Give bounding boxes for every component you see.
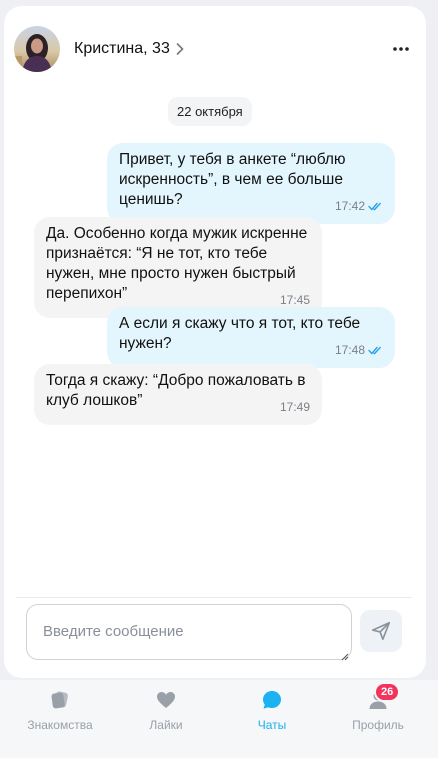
message-time: 17:48 xyxy=(334,343,365,357)
tab-label: Чаты xyxy=(257,718,287,732)
send-button[interactable] xyxy=(360,610,402,652)
more-dots-icon[interactable] xyxy=(386,34,416,64)
message-text: Привет, у тебя в анкете “люблю искреннос… xyxy=(119,151,346,208)
message-time: 17:42 xyxy=(334,199,365,213)
chat-bubble-icon xyxy=(227,688,317,712)
date-separator: 22 октября xyxy=(168,97,252,126)
double-check-icon xyxy=(368,202,383,211)
message-text: Да. Особенно когда мужик искренне призна… xyxy=(46,225,308,302)
tab-chats[interactable]: Чаты xyxy=(227,688,317,732)
heart-icon xyxy=(121,688,211,712)
tab-label: Знакомства xyxy=(27,718,93,732)
double-check-icon xyxy=(368,346,383,355)
message-meta: 17:42 xyxy=(335,196,383,216)
message-incoming[interactable]: Да. Особенно когда мужик искренне призна… xyxy=(34,217,322,318)
message-outgoing[interactable]: А если я скажу что я тот, кто тебе нужен… xyxy=(107,307,395,368)
message-outgoing[interactable]: Привет, у тебя в анкете “люблю искреннос… xyxy=(107,143,395,224)
message-input[interactable] xyxy=(26,604,352,660)
tab-likes[interactable]: Лайки xyxy=(121,688,211,732)
bottom-tabbar: Знакомства Лайки Чаты Профиль xyxy=(0,680,438,758)
message-text: Тогда я скажу: “Добро пожаловать в клуб … xyxy=(46,372,306,409)
message-text: А если я скажу что я тот, кто тебе нужен… xyxy=(119,315,361,352)
composer-divider xyxy=(16,597,412,598)
notification-badge: 26 xyxy=(374,682,401,702)
tab-label: Профиль xyxy=(352,718,404,732)
send-icon xyxy=(370,620,392,642)
tab-dating[interactable]: Знакомства xyxy=(15,688,105,732)
cards-icon xyxy=(15,688,105,712)
chevron-right-icon[interactable] xyxy=(176,43,184,55)
tab-label: Лайки xyxy=(149,718,183,732)
avatar[interactable] xyxy=(14,26,60,72)
message-meta: 17:48 xyxy=(335,340,383,360)
message-time: 17:49 xyxy=(279,400,310,414)
resize-grip-icon[interactable] xyxy=(341,648,349,666)
chat-title[interactable]: Кристина, 33 xyxy=(74,40,170,58)
message-meta: 17:49 xyxy=(280,397,310,417)
chat-header: Кристина, 33 xyxy=(14,22,424,76)
message-incoming[interactable]: Тогда я скажу: “Добро пожаловать в клуб … xyxy=(34,364,322,425)
